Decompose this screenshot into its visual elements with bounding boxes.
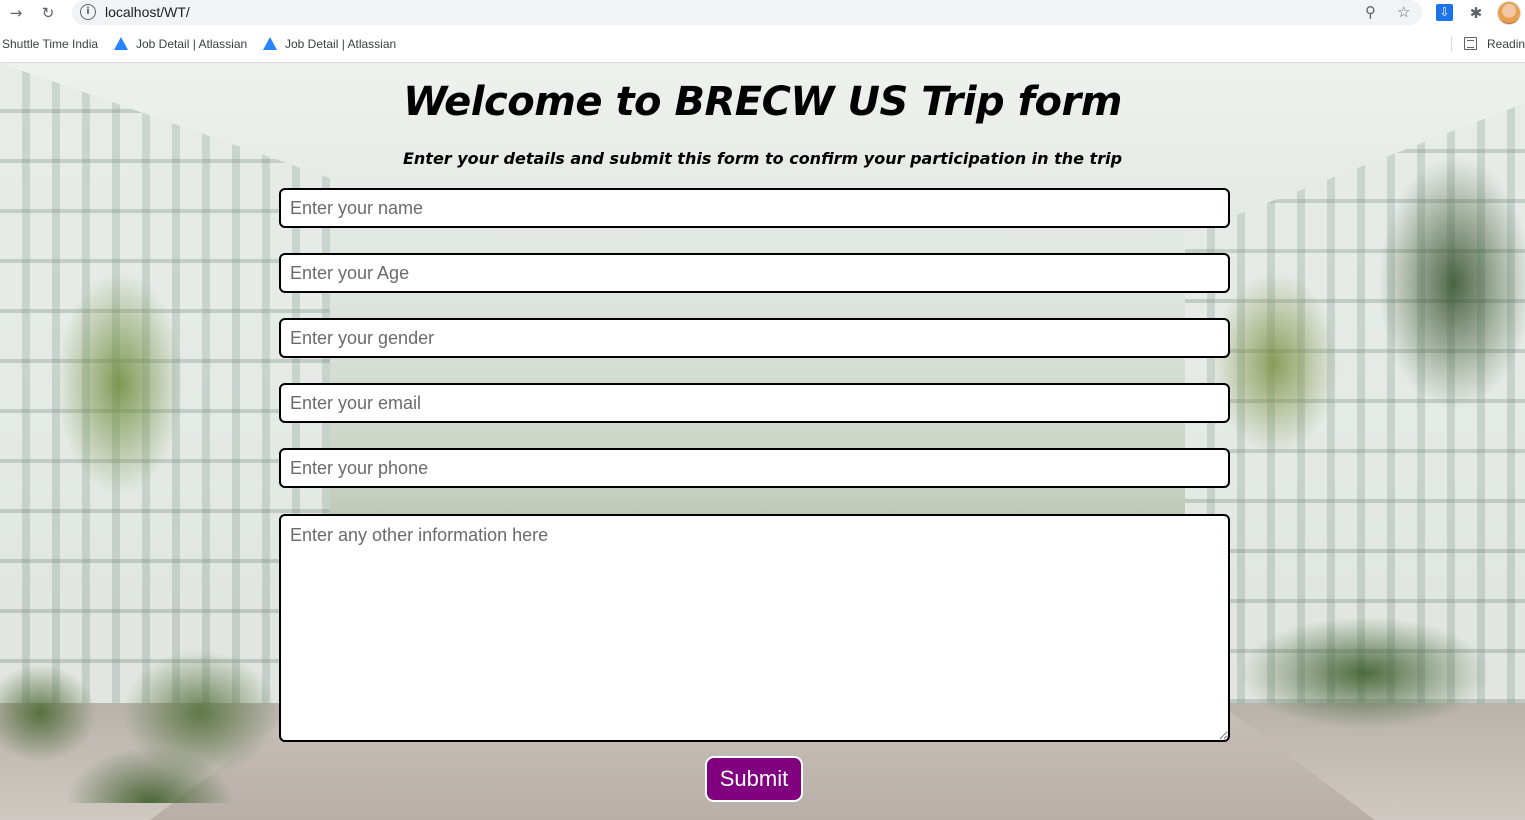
gender-field[interactable] <box>279 318 1230 358</box>
browser-toolbar: → ↻ i localhost/WT/ ⚲ ☆ ⇩ ✱ <box>0 0 1525 26</box>
address-bar[interactable]: i localhost/WT/ ⚲ ☆ <box>72 0 1422 25</box>
other-info-textarea[interactable] <box>279 514 1230 742</box>
bookmark-job-detail-1[interactable]: Job Detail | Atlassian <box>136 37 247 51</box>
profile-avatar[interactable] <box>1497 1 1521 25</box>
background-trees-right <box>1195 63 1525 820</box>
background-trees-left <box>0 243 300 803</box>
extensions-icon[interactable]: ✱ <box>1465 2 1487 24</box>
bookmarks-divider <box>1451 36 1452 52</box>
reload-icon[interactable]: ↻ <box>37 2 59 24</box>
bookmarks-bar: Shuttle Time India Job Detail | Atlassia… <box>0 26 1525 63</box>
bookmark-job-detail-2[interactable]: Job Detail | Atlassian <box>285 37 396 51</box>
page-content: Welcome to BRECW US Trip form Enter your… <box>0 63 1525 820</box>
reading-list-label[interactable]: Reading <box>1487 37 1525 51</box>
atlassian-logo-icon <box>263 37 277 50</box>
name-field[interactable] <box>279 188 1230 228</box>
phone-field[interactable] <box>279 448 1230 488</box>
email-field[interactable] <box>279 383 1230 423</box>
zoom-icon[interactable]: ⚲ <box>1365 3 1376 21</box>
atlassian-logo-icon <box>114 37 128 50</box>
forward-icon[interactable]: → <box>5 2 27 24</box>
age-field[interactable] <box>279 253 1230 293</box>
reading-list-icon[interactable] <box>1464 37 1477 50</box>
bookmark-shuttle-time-india[interactable]: Shuttle Time India <box>2 37 98 51</box>
download-extension-icon[interactable]: ⇩ <box>1436 4 1453 21</box>
info-icon[interactable]: i <box>80 4 96 20</box>
page-title: Welcome to BRECW US Trip form <box>403 79 1122 125</box>
page-subtitle: Enter your details and submit this form … <box>402 149 1123 168</box>
url-text[interactable]: localhost/WT/ <box>105 4 190 20</box>
star-icon[interactable]: ☆ <box>1397 3 1410 21</box>
submit-button[interactable]: Submit <box>705 756 803 802</box>
